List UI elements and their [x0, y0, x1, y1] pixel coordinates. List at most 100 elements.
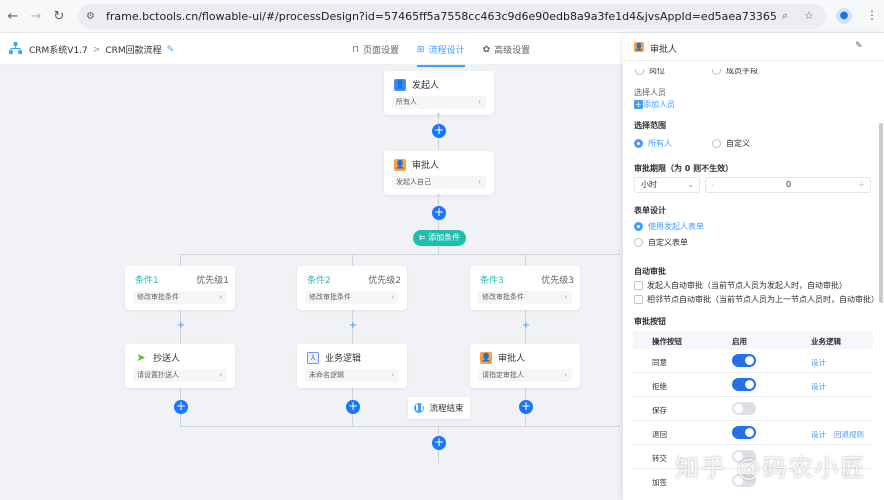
connector-dot — [437, 113, 440, 116]
watermark: 知乎 @码农小匠 — [675, 454, 867, 482]
gear-icon: ✿ — [482, 44, 491, 55]
tab-advanced-settings[interactable]: ✿ 高级设置 — [482, 43, 531, 57]
approver-icon: 👤 — [480, 351, 492, 364]
forward-icon[interactable]: → — [25, 5, 47, 27]
approve-buttons-label: 审批按钮 — [634, 317, 666, 326]
send-icon: ➤ — [136, 351, 146, 364]
add-node-button[interactable]: + — [346, 400, 360, 414]
add-person-link[interactable]: +添加人员 — [634, 99, 675, 110]
approver-icon: 👤 — [394, 158, 406, 171]
org-chart-icon — [9, 42, 22, 55]
tab-flow-design[interactable]: ⊞ 流程设计 — [417, 43, 465, 67]
address-bar[interactable]: ⚙ frame.bctools.cn/flowable-ui/#/process… — [78, 4, 826, 29]
add-node-button[interactable]: + — [176, 321, 186, 331]
custom-form-label: 自定义表单 — [648, 238, 688, 247]
option-member-field-label: 成员字段 — [726, 68, 758, 75]
scope-label: 选择范围 — [634, 121, 666, 130]
logic-icon: ⅄ — [307, 351, 319, 364]
add-node-button[interactable]: + — [519, 400, 533, 414]
add-node-button[interactable]: + — [432, 206, 446, 220]
auto-approve-adjacent-checkbox[interactable] — [634, 295, 643, 304]
approver-settings-panel: 👤 审批人 ✎ 岗位 成员字段 选择人员 +添加人员 选择范围 所有人 自定义 … — [623, 33, 884, 500]
deadline-number-input[interactable]: - 0 + — [705, 177, 871, 193]
browser-menu-icon[interactable]: ⋮ — [866, 8, 878, 22]
table-row: 同意 设计 — [633, 349, 873, 373]
table-row: 拒绝 设计 — [633, 373, 873, 397]
condition-node-3[interactable]: 条件3 优先级3 修改审批条件 — [470, 266, 580, 310]
add-node-button[interactable]: + — [432, 124, 446, 138]
cc-node[interactable]: ➤ 抄送人 请设置抄送人 — [125, 344, 235, 388]
branch-icon: ⇇ — [418, 233, 429, 242]
tab-page-settings[interactable]: ⊓ 页面设置 — [352, 43, 399, 57]
deadline-unit-select[interactable]: 小时 ⌄ — [634, 177, 700, 193]
breadcrumb-flow: CRM回款流程 — [105, 46, 162, 56]
site-info-icon[interactable]: ⚙ — [86, 11, 100, 22]
reload-icon[interactable]: ↻ — [48, 5, 70, 27]
branch-approver-node[interactable]: 👤 审批人 请指定审批人 — [470, 344, 580, 388]
scope-custom-label: 自定义 — [726, 139, 750, 148]
form-design-label: 表单设计 — [634, 206, 666, 215]
connector — [352, 254, 353, 266]
panel-scrollbar[interactable] — [879, 123, 883, 303]
start-node-value: 所有人 — [392, 96, 486, 109]
plus-square-icon: + — [634, 100, 643, 109]
breadcrumb-app[interactable]: CRM系统V1.7 — [29, 43, 88, 56]
auto-approve-initiator-label: 发起人自动审批（当前节点人员为发起人时，自动审批） — [647, 281, 847, 290]
edit-icon[interactable]: ✎ — [167, 45, 175, 55]
add-node-button[interactable]: + — [432, 436, 446, 450]
radio-custom-form[interactable] — [634, 238, 643, 247]
design-link[interactable]: 设计 — [811, 381, 826, 392]
radio-member-field[interactable] — [712, 69, 721, 75]
panel-title: 审批人 — [650, 45, 678, 55]
radio-use-initiator-form[interactable] — [634, 222, 643, 231]
browser-toolbar: ← → ↻ ⚙ frame.bctools.cn/flowable-ui/#/p… — [0, 0, 884, 33]
url-text: frame.bctools.cn/flowable-ui/#/processDe… — [106, 10, 776, 23]
stop-icon: ❚❚ — [414, 403, 425, 413]
bookmark-icon: ⊓ — [352, 44, 360, 55]
breadcrumb-separator: > — [92, 44, 101, 55]
flow-icon: ⊞ — [417, 44, 425, 55]
add-node-button[interactable]: + — [174, 400, 188, 414]
condition-node-1[interactable]: 条件1 优先级1 修改审批条件 — [125, 266, 235, 310]
radio-all[interactable] — [634, 139, 643, 148]
enable-toggle[interactable] — [732, 354, 756, 367]
use-initiator-form-label: 使用发起人表单 — [648, 222, 704, 231]
radio-position[interactable] — [635, 69, 644, 75]
table-row: 退回 设计 回退规则 — [633, 421, 873, 445]
rollback-rule-link[interactable]: 回退规则 — [834, 429, 864, 440]
profile-avatar-icon[interactable]: ● — [836, 8, 852, 24]
radio-custom-scope[interactable] — [712, 139, 721, 148]
connector-dot — [437, 194, 440, 197]
enable-toggle[interactable] — [732, 426, 756, 439]
condition-node-2[interactable]: 条件2 优先级2 修改审批条件 — [297, 266, 407, 310]
edit-icon[interactable]: ✎ — [855, 41, 863, 51]
decrement-button[interactable]: - — [711, 178, 714, 192]
bookmark-star-icon[interactable]: ☆ — [804, 9, 814, 22]
add-node-button[interactable]: + — [521, 321, 531, 331]
table-header: 操作按钮 启用 业务逻辑 — [633, 331, 873, 349]
add-node-button[interactable]: + — [348, 321, 358, 331]
option-position-label: 岗位 — [649, 68, 665, 75]
end-node: ❚❚ 流程结束 — [408, 397, 470, 419]
business-logic-node[interactable]: ⅄ 业务逻辑 未命名逻辑 — [297, 344, 407, 388]
design-link[interactable]: 设计 — [811, 357, 826, 368]
enable-toggle[interactable] — [732, 402, 756, 415]
table-row: 保存 — [633, 397, 873, 421]
zoom-icon[interactable]: ⌕ — [782, 9, 788, 23]
panel-header: 👤 审批人 ✎ — [623, 33, 884, 61]
auto-approve-initiator-checkbox[interactable] — [634, 281, 643, 290]
design-link[interactable]: 设计 — [811, 429, 826, 440]
connector — [525, 254, 526, 266]
design-tabs: ⊓ 页面设置 ⊞ 流程设计 ✿ 高级设置 — [352, 43, 531, 67]
auto-approve-adjacent-label: 相邻节点自动审批（当前节点人员为上一节点人员时，自动审批） — [647, 295, 879, 304]
approver-node[interactable]: 👤 审批人 发起人自己 — [384, 151, 494, 195]
start-node[interactable]: 👤 发起人 所有人 — [384, 71, 494, 115]
back-icon[interactable]: ← — [2, 5, 24, 27]
connector — [180, 254, 181, 266]
connector — [180, 426, 620, 427]
approver-icon: 👤 — [634, 42, 644, 52]
add-condition-button[interactable]: ⇇ 添加条件 — [413, 230, 466, 246]
increment-button[interactable]: + — [858, 178, 865, 192]
connector — [180, 254, 620, 255]
enable-toggle[interactable] — [732, 378, 756, 391]
